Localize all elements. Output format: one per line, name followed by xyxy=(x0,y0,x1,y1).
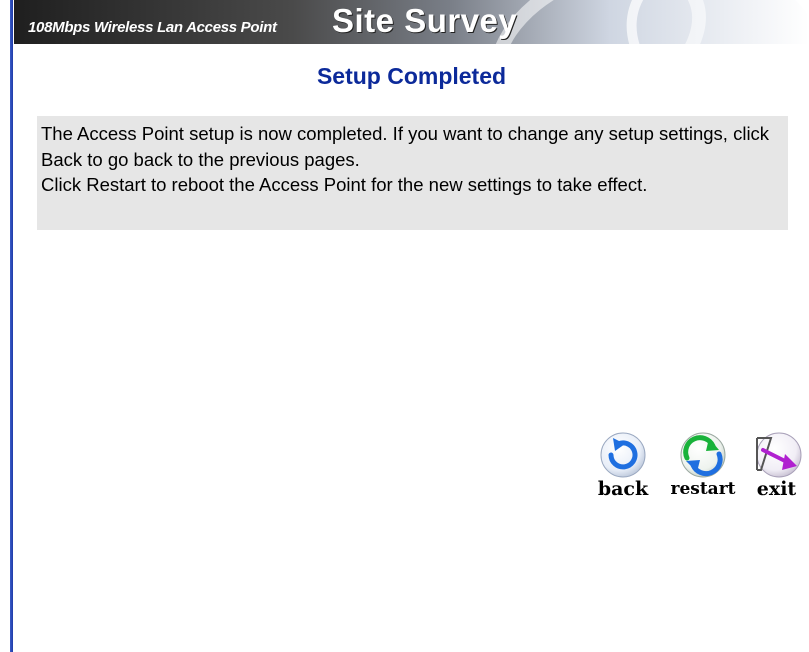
banner-title: Site Survey xyxy=(332,2,518,39)
banner-subtitle: 108Mbps Wireless Lan Access Point xyxy=(28,19,277,36)
exit-door-icon xyxy=(755,432,801,478)
restart-cycle-icon xyxy=(680,432,726,478)
message-line-1: The Access Point setup is now completed.… xyxy=(41,123,770,170)
left-border xyxy=(0,0,14,652)
message-box: The Access Point setup is now completed.… xyxy=(37,116,788,230)
message-line-2: Click Restart to reboot the Access Point… xyxy=(41,174,648,195)
exit-label: exit xyxy=(756,478,797,500)
restart-label: restart xyxy=(670,479,736,499)
back-button[interactable]: back xyxy=(584,432,662,502)
restart-button[interactable]: restart xyxy=(662,432,744,502)
exit-button[interactable]: exit xyxy=(744,432,809,502)
back-label: back xyxy=(597,478,649,500)
back-arrow-icon xyxy=(600,432,646,478)
banner: 108Mbps Wireless Lan Access Point Site S… xyxy=(14,0,809,44)
banner-swoosh-2 xyxy=(602,0,809,44)
nav-buttons: back restart exit xyxy=(584,432,809,502)
page-title: Setup Completed xyxy=(316,63,507,89)
